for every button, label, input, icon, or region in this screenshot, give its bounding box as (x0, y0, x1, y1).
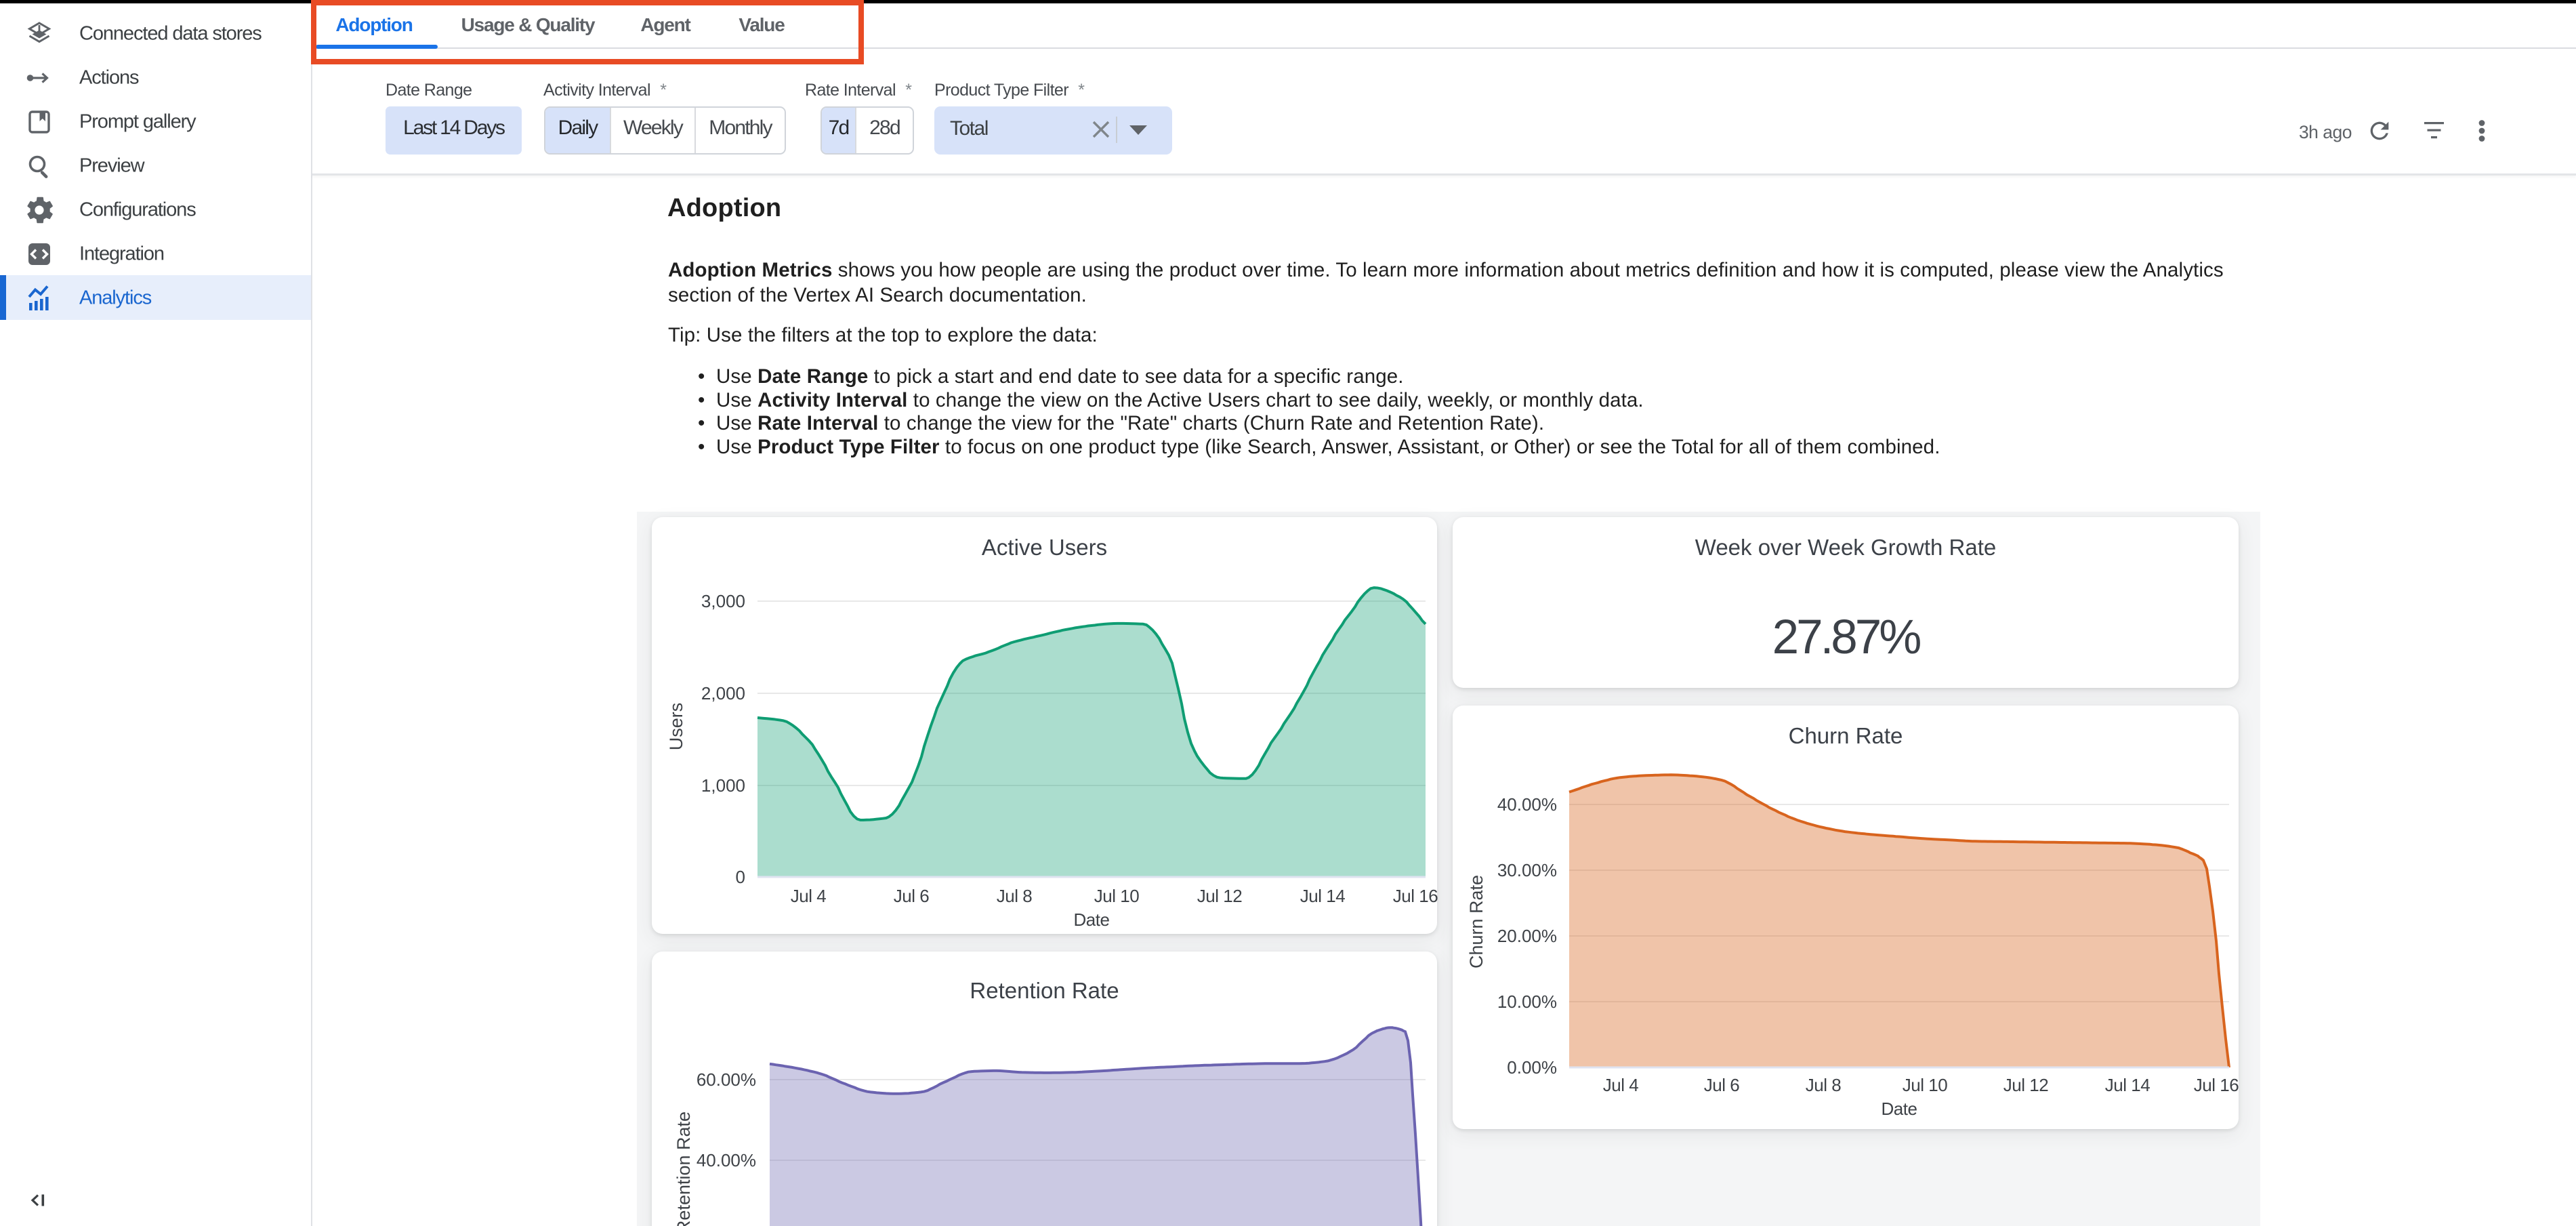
svg-text:1,000: 1,000 (701, 775, 745, 796)
svg-text:Date: Date (1074, 910, 1110, 930)
svg-text:Jul 12: Jul 12 (1197, 886, 1242, 906)
svg-text:Jul 14: Jul 14 (2105, 1075, 2150, 1095)
svg-text:Jul 16: Jul 16 (2194, 1075, 2239, 1095)
svg-text:40.00%: 40.00% (1497, 794, 1557, 815)
svg-text:Users: Users (666, 703, 686, 751)
svg-text:Retention Rate: Retention Rate (673, 1111, 694, 1226)
svg-text:Churn Rate: Churn Rate (1466, 875, 1487, 968)
svg-text:Jul 10: Jul 10 (1903, 1075, 1947, 1095)
svg-text:40.00%: 40.00% (697, 1150, 756, 1170)
svg-text:Jul 8: Jul 8 (1806, 1075, 1841, 1095)
svg-text:Jul 14: Jul 14 (1300, 886, 1345, 906)
svg-text:Jul 16: Jul 16 (1393, 886, 1438, 906)
svg-text:20.00%: 20.00% (1497, 926, 1557, 946)
svg-text:0.00%: 0.00% (1507, 1057, 1557, 1078)
svg-text:0: 0 (736, 867, 745, 887)
svg-text:3,000: 3,000 (701, 591, 745, 611)
svg-text:Jul 6: Jul 6 (894, 886, 929, 906)
svg-text:10.00%: 10.00% (1497, 992, 1557, 1012)
svg-text:Date: Date (1882, 1099, 1917, 1119)
svg-text:Jul 8: Jul 8 (997, 886, 1032, 906)
svg-text:Jul 6: Jul 6 (1704, 1075, 1739, 1095)
svg-text:30.00%: 30.00% (1497, 860, 1557, 880)
svg-text:Jul 4: Jul 4 (791, 886, 826, 906)
svg-text:Jul 4: Jul 4 (1603, 1075, 1638, 1095)
svg-text:2,000: 2,000 (701, 683, 745, 703)
svg-text:60.00%: 60.00% (697, 1069, 756, 1090)
svg-text:Jul 12: Jul 12 (2003, 1075, 2048, 1095)
svg-text:Jul 10: Jul 10 (1094, 886, 1139, 906)
